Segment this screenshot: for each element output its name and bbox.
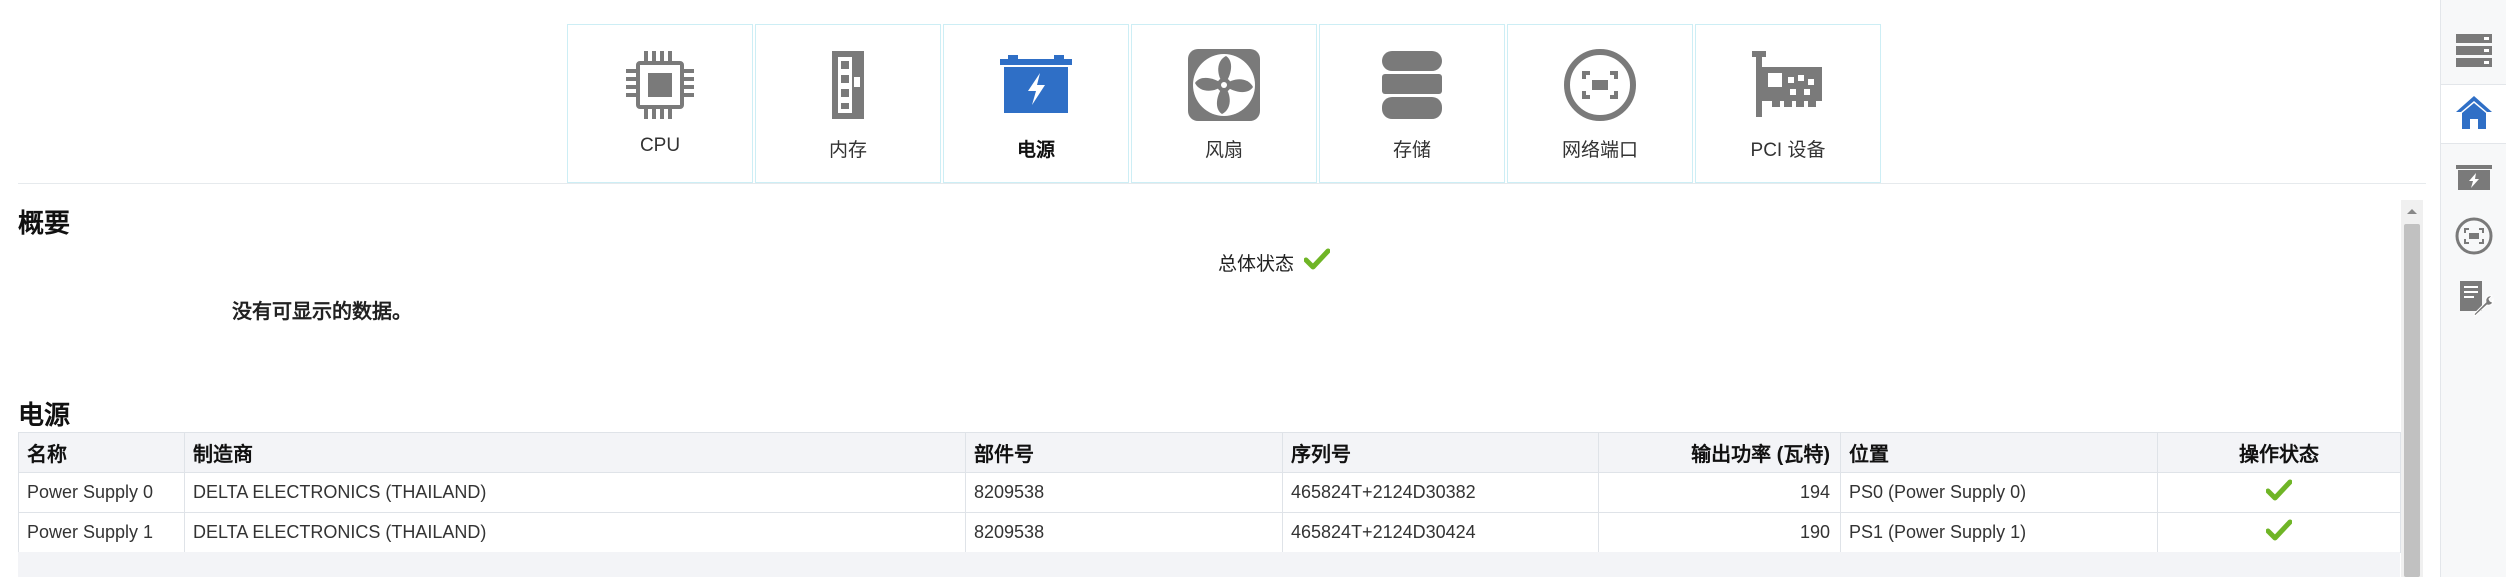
network-port-icon	[1560, 45, 1640, 125]
cell-name: Power Supply 0	[18, 472, 185, 513]
tile-label: 网络端口	[1561, 140, 1638, 161]
network-icon	[2454, 216, 2494, 261]
vertical-scrollbar[interactable]	[2401, 200, 2423, 577]
table-row[interactable]: Power Supply 0 DELTA ELECTRONICS (THAILA…	[18, 472, 2401, 513]
no-data-message: 没有可显示的数据。	[232, 301, 412, 323]
cell-operational-status	[2157, 512, 2401, 553]
power-supply-table: 名称 制造商 部件号 序列号 输出功率 (瓦特) 位置 操作状态 Power S…	[18, 432, 2401, 553]
tile-power[interactable]: 电源	[943, 24, 1129, 183]
scroll-thumb[interactable]	[2404, 224, 2420, 577]
rail-servers-button[interactable]	[2441, 22, 2506, 82]
tile-label: 电源	[1016, 140, 1055, 161]
overall-status: 总体状态	[1218, 248, 1331, 276]
tile-label: PCI 设备	[1750, 140, 1826, 161]
rail-network-button[interactable]	[2441, 208, 2506, 268]
ok-check-icon	[2265, 479, 2293, 505]
ok-check-icon	[2265, 519, 2293, 545]
cell-serial-number: 465824T+2124D30382	[1282, 472, 1599, 513]
cell-output-power: 190	[1598, 512, 1841, 553]
cell-output-power: 194	[1598, 472, 1841, 513]
power-supply-icon	[996, 45, 1076, 125]
column-header[interactable]: 名称	[18, 432, 185, 473]
tile-memory[interactable]: 内存	[755, 24, 941, 183]
tile-label: 内存	[828, 140, 867, 161]
storage-icon	[1372, 45, 1452, 125]
pci-card-icon	[1748, 45, 1828, 125]
tile-pci-devices[interactable]: PCI 设备	[1695, 24, 1881, 183]
tile-storage[interactable]: 存储	[1319, 24, 1505, 183]
cell-name: Power Supply 1	[18, 512, 185, 553]
cpu-icon	[620, 45, 700, 125]
cell-part-number: 8209538	[965, 472, 1283, 513]
table-footer	[18, 552, 2400, 577]
cell-part-number: 8209538	[965, 512, 1283, 553]
table-header-row: 名称 制造商 部件号 序列号 输出功率 (瓦特) 位置 操作状态	[18, 432, 2401, 473]
hardware-category-tiles: CPU 内存 电源 风扇 存储 网络端口 PCI 设备	[567, 24, 1883, 183]
overview-title: 概要	[18, 208, 71, 238]
cell-location: PS0 (Power Supply 0)	[1840, 472, 2158, 513]
service-tools-icon	[2454, 278, 2494, 323]
memory-icon	[808, 45, 888, 125]
column-header[interactable]: 制造商	[184, 432, 966, 473]
cell-manufacturer: DELTA ELECTRONICS (THAILAND)	[184, 472, 966, 513]
cell-operational-status	[2157, 472, 2401, 513]
server-list-icon	[2454, 32, 2494, 73]
right-navigation-rail	[2440, 0, 2506, 577]
power-section-title: 电源	[18, 400, 71, 430]
table-row[interactable]: Power Supply 1 DELTA ELECTRONICS (THAILA…	[18, 512, 2401, 553]
cell-location: PS1 (Power Supply 1)	[1840, 512, 2158, 553]
ok-check-icon	[1303, 248, 1331, 276]
tile-label: 风扇	[1204, 140, 1243, 161]
column-header[interactable]: 操作状态	[2157, 432, 2401, 473]
rail-service-button[interactable]	[2441, 270, 2506, 330]
hardware-summary-page: CPU 内存 电源 风扇 存储 网络端口 PCI 设备 概要 总体状态 没有可显…	[0, 0, 2506, 577]
home-icon	[2454, 93, 2494, 136]
cell-manufacturer: DELTA ELECTRONICS (THAILAND)	[184, 512, 966, 553]
column-header[interactable]: 输出功率 (瓦特)	[1598, 432, 1841, 473]
tile-label: 存储	[1392, 140, 1431, 161]
cell-serial-number: 465824T+2124D30424	[1282, 512, 1599, 553]
rail-power-button[interactable]	[2441, 148, 2506, 208]
tile-cpu[interactable]: CPU	[567, 24, 753, 183]
divider	[18, 183, 2426, 184]
rail-home-button[interactable]	[2441, 84, 2506, 144]
tile-label: CPU	[639, 135, 681, 156]
overall-status-label: 总体状态	[1218, 253, 1295, 275]
column-header[interactable]: 位置	[1840, 432, 2158, 473]
column-header[interactable]: 部件号	[965, 432, 1283, 473]
column-header[interactable]: 序列号	[1282, 432, 1599, 473]
fan-icon	[1184, 45, 1264, 125]
scroll-up-arrow-icon[interactable]	[2401, 200, 2423, 222]
tile-network-ports[interactable]: 网络端口	[1507, 24, 1693, 183]
power-box-icon	[2454, 160, 2494, 197]
tile-fan[interactable]: 风扇	[1131, 24, 1317, 183]
